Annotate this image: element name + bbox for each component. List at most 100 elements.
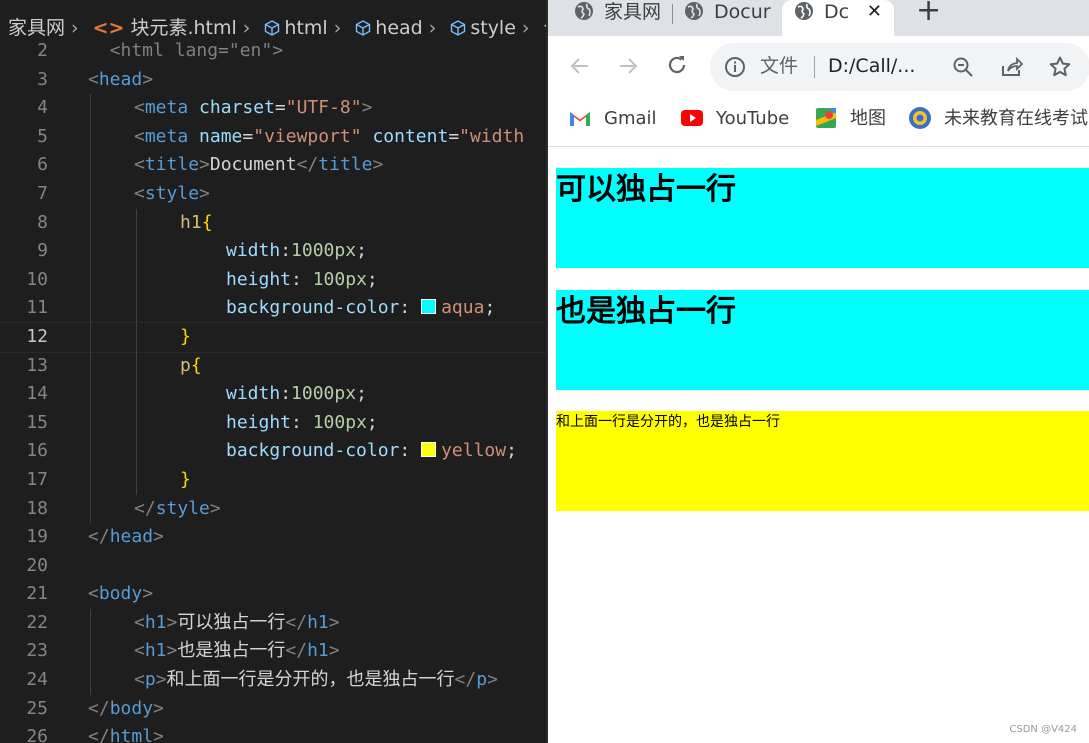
code-line[interactable]: 13 p{ bbox=[0, 351, 546, 381]
indent-guide bbox=[90, 322, 91, 352]
color-swatch-icon[interactable] bbox=[421, 442, 437, 458]
code-token: charset bbox=[188, 97, 275, 119]
code-line[interactable]: 8 h1{ bbox=[0, 208, 546, 238]
exam-site-icon bbox=[909, 107, 931, 129]
code-token: > bbox=[209, 497, 221, 519]
code-line[interactable]: 9 width:1000px; bbox=[0, 237, 546, 266]
code-token: </ bbox=[88, 697, 110, 719]
share-icon[interactable] bbox=[1000, 56, 1024, 78]
code-token: < bbox=[134, 97, 145, 119]
code-line[interactable]: 21 <body> bbox=[0, 580, 546, 609]
page-paragraph: 和上面一行是分开的，也是独占一行 bbox=[556, 411, 1089, 511]
bookmark-gmail[interactable]: Gmail bbox=[568, 106, 657, 132]
code-token: > bbox=[153, 526, 164, 548]
code-token: h1 bbox=[307, 611, 329, 633]
close-tab-icon[interactable]: ✕ bbox=[867, 0, 882, 24]
code-line[interactable]: 7 <style> bbox=[0, 179, 546, 209]
code-line[interactable]: 5 <meta name="viewport" content="width bbox=[0, 122, 546, 152]
code-line[interactable]: 20 bbox=[0, 552, 546, 581]
code-text: <h1>也是独占一行</h1> bbox=[134, 637, 340, 666]
code-token: Document bbox=[209, 154, 297, 176]
line-number: 2 bbox=[37, 40, 48, 61]
code-token: > bbox=[487, 669, 498, 691]
code-line[interactable]: 3 <head> bbox=[0, 66, 546, 95]
code-line[interactable]: 17} bbox=[0, 465, 546, 495]
code-token: = bbox=[448, 125, 460, 147]
reload-icon[interactable] bbox=[665, 53, 689, 77]
code-text: background-color: aqua; bbox=[226, 294, 495, 323]
code-token: : bbox=[280, 240, 292, 262]
code-token: width bbox=[226, 240, 281, 262]
code-line[interactable]: 23 <h1>也是独占一行</h1> bbox=[0, 637, 546, 667]
code-token: > bbox=[199, 154, 210, 176]
code-text: <p>和上面一行是分开的，也是独占一行</p> bbox=[134, 666, 498, 695]
code-text: <title>Document</title> bbox=[134, 151, 383, 180]
code-line[interactable]: 18 </style> bbox=[0, 494, 546, 524]
code-line[interactable]: 25 </body> bbox=[0, 695, 546, 724]
zoom-icon[interactable] bbox=[952, 56, 974, 78]
code-line[interactable]: 12} bbox=[0, 321, 546, 353]
new-tab-button[interactable]: + bbox=[916, 0, 941, 28]
code-token: background-color bbox=[226, 297, 400, 319]
code-token: aqua bbox=[441, 297, 485, 319]
code-line[interactable]: 2 <html lang="en"> bbox=[0, 37, 546, 66]
bookmark-youtube[interactable]: YouTube bbox=[680, 106, 789, 132]
code-token: > bbox=[166, 611, 178, 633]
line-number: 6 bbox=[37, 154, 48, 176]
line-number: 7 bbox=[37, 182, 48, 204]
bookmark-maps[interactable]: 地图 bbox=[814, 106, 886, 132]
code-token: 和上面一行是分开的，也是独占一行 bbox=[166, 669, 455, 691]
line-number: 18 bbox=[26, 497, 48, 519]
bookmark-exam-site[interactable]: 未来教育在线考试 bbox=[908, 106, 1088, 132]
code-token: </ bbox=[285, 611, 308, 633]
code-token: html bbox=[109, 726, 154, 743]
address-url: D:/Call/... bbox=[828, 55, 916, 77]
code-token: > bbox=[199, 182, 210, 204]
code-line[interactable]: 15 height: 100px; bbox=[0, 408, 546, 438]
info-icon[interactable] bbox=[724, 56, 746, 78]
line-number: 21 bbox=[26, 583, 48, 605]
code-token: 1000px bbox=[291, 240, 357, 262]
code-area[interactable]: 2 <html lang="en"> 3 <head> 4 <meta charset=… bbox=[0, 40, 546, 743]
code-token: width bbox=[226, 383, 281, 405]
line-number: 25 bbox=[26, 697, 48, 719]
code-token: "width bbox=[459, 125, 525, 147]
back-arrow-icon[interactable] bbox=[568, 54, 592, 78]
code-line[interactable]: 14 width:1000px; bbox=[0, 380, 546, 409]
code-token: > bbox=[166, 640, 178, 662]
tab-furniture-site[interactable]: 家具网 bbox=[574, 0, 666, 36]
address-bar[interactable]: 文件 D:/Call/... bbox=[710, 43, 1089, 91]
code-token: p bbox=[476, 669, 488, 691]
code-text: <meta charset="UTF-8"> bbox=[134, 94, 372, 123]
code-token: > bbox=[155, 669, 167, 691]
code-token: h1 bbox=[144, 611, 167, 633]
indent-guide bbox=[136, 408, 137, 438]
code-line[interactable]: 22 <h1>可以独占一行</h1> bbox=[0, 608, 546, 638]
color-swatch-icon[interactable] bbox=[421, 299, 437, 315]
forward-arrow-icon[interactable] bbox=[616, 54, 640, 78]
code-line[interactable]: 11 background-color: aqua; bbox=[0, 294, 546, 323]
code-token: meta bbox=[144, 125, 189, 147]
code-token: > bbox=[142, 68, 154, 90]
code-token: > bbox=[153, 697, 164, 719]
code-text: <html lang="en"> bbox=[88, 37, 283, 66]
indent-guide bbox=[90, 294, 91, 323]
code-line[interactable]: 10 height: 100px; bbox=[0, 265, 546, 295]
code-token: > bbox=[372, 154, 384, 176]
bookmark-star-icon[interactable] bbox=[1048, 55, 1072, 79]
tab-document-active[interactable]: Dc ✕ bbox=[782, 0, 894, 36]
element-cube-icon bbox=[451, 20, 466, 36]
code-editor[interactable]: 家具网›<>块元素.html›html›head›style›仓 2 <html… bbox=[0, 0, 546, 743]
watermark-text: CSDN @V424 bbox=[1009, 724, 1077, 735]
code-token: body bbox=[98, 583, 143, 605]
code-line[interactable]: 26 </html> bbox=[0, 723, 546, 743]
tab-document-1[interactable]: Docur bbox=[684, 0, 776, 36]
indent-guide bbox=[136, 465, 137, 495]
code-line[interactable]: 4 <meta charset="UTF-8"> bbox=[0, 94, 546, 123]
code-line[interactable]: 16 background-color: yellow; bbox=[0, 437, 546, 466]
code-line[interactable]: 19 </head> bbox=[0, 523, 546, 552]
code-line[interactable]: 6 <title>Document</title> bbox=[0, 151, 546, 180]
address-scheme-label: 文件 bbox=[760, 55, 799, 77]
code-text: </html> bbox=[88, 723, 164, 743]
code-line[interactable]: 24 <p>和上面一行是分开的，也是独占一行</p> bbox=[0, 666, 546, 695]
